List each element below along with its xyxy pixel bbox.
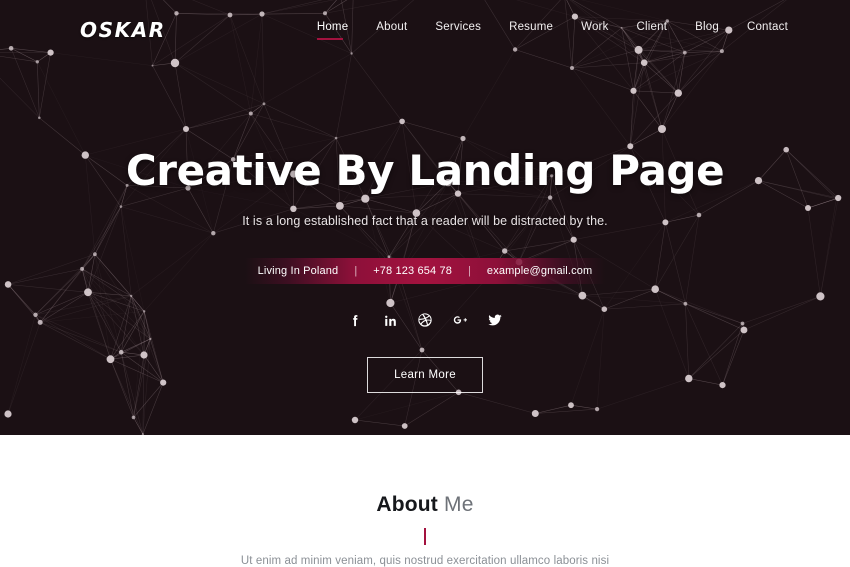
googleplus-icon[interactable] bbox=[451, 311, 469, 329]
about-section: About Me Ut enim ad minim veniam, quis n… bbox=[0, 435, 850, 567]
contact-separator-1: | bbox=[354, 265, 358, 278]
social-links bbox=[346, 311, 504, 329]
hero-content: Creative By Landing Page It is a long es… bbox=[0, 0, 850, 435]
contact-separator-2: | bbox=[468, 265, 471, 278]
about-title-light: Me bbox=[438, 493, 474, 516]
contact-email[interactable]: example@gmail.com bbox=[487, 265, 592, 277]
nav-item-about[interactable]: About bbox=[362, 21, 421, 40]
nav-item-contact[interactable]: Contact bbox=[733, 21, 802, 40]
twitter-icon[interactable] bbox=[486, 311, 504, 329]
about-title-strong: About bbox=[376, 493, 439, 516]
facebook-icon[interactable] bbox=[346, 311, 364, 329]
nav-item-work[interactable]: Work bbox=[567, 21, 622, 40]
nav-item-resume[interactable]: Resume bbox=[495, 21, 567, 40]
hero-section: OSKAR Home About Services Resume Work Client B… bbox=[0, 0, 850, 435]
hero-subtitle: It is a long established fact that a rea… bbox=[242, 214, 608, 229]
hero-title: Creative By Landing Page bbox=[125, 146, 725, 195]
about-title-divider bbox=[424, 528, 426, 545]
linkedin-icon[interactable] bbox=[381, 311, 399, 329]
about-title: About Me bbox=[376, 493, 473, 517]
site-logo[interactable]: OSKAR bbox=[80, 18, 166, 42]
site-header: OSKAR Home About Services Resume Work Client B… bbox=[0, 0, 850, 58]
nav-item-client[interactable]: Client bbox=[623, 21, 682, 40]
contact-info-bar: Living In Poland | +78 123 654 78 | exam… bbox=[245, 258, 605, 285]
nav-item-blog[interactable]: Blog bbox=[681, 21, 733, 40]
dribbble-icon[interactable] bbox=[416, 311, 434, 329]
learn-more-button[interactable]: Learn More bbox=[367, 357, 483, 394]
about-subtitle: Ut enim ad minim veniam, quis nostrud ex… bbox=[240, 555, 610, 567]
contact-location: Living In Poland bbox=[257, 265, 339, 278]
nav-item-home[interactable]: Home bbox=[303, 21, 362, 40]
contact-phone[interactable]: +78 123 654 78 bbox=[373, 265, 452, 277]
main-navigation: Home About Services Resume Work Client Blog Con… bbox=[303, 21, 802, 40]
nav-item-services[interactable]: Services bbox=[421, 21, 495, 40]
